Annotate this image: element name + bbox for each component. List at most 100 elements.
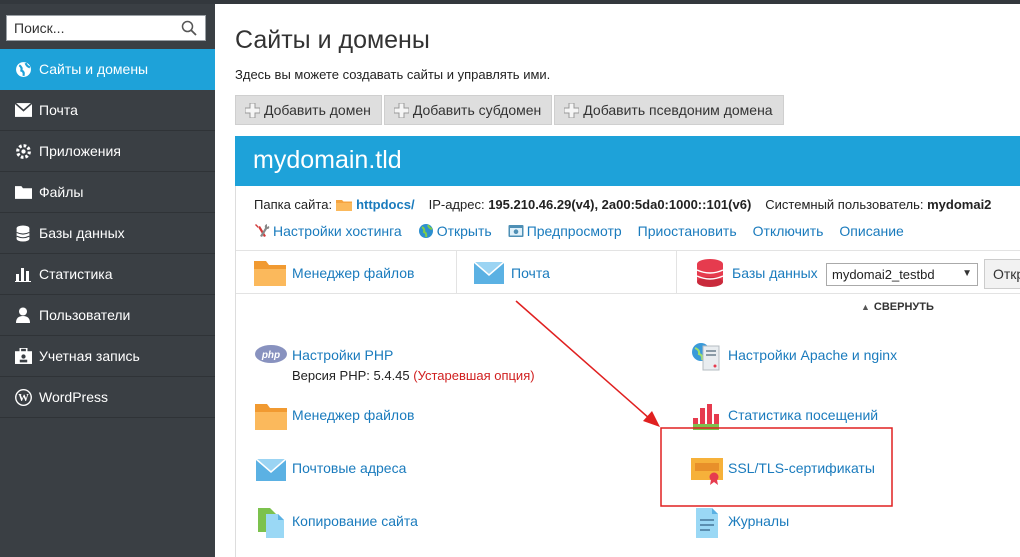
folder-label: Папка сайта: [254, 197, 333, 212]
preview-link[interactable]: Предпросмотр [508, 223, 622, 239]
add-domain-button[interactable]: Добавить домен [235, 95, 382, 125]
open-site-link[interactable]: Открыть [418, 223, 492, 239]
system-user-value: mydomai2 [927, 197, 992, 212]
sidebar-item-account[interactable]: Учетная запись [0, 336, 215, 377]
description-link[interactable]: Описание [839, 223, 903, 239]
globe-icon [418, 224, 433, 238]
ssl-certificates-link[interactable]: SSL/TLS-сертификаты [728, 459, 875, 477]
ip-label: IP-адрес: [428, 197, 485, 212]
folder-link[interactable]: httpdocs/ [356, 197, 415, 212]
main-content: Сайты и домены Здесь вы можете создавать… [215, 4, 1020, 557]
open-site-label: Открыть [436, 223, 492, 239]
sidebar-item-wordpress[interactable]: W WordPress [0, 377, 215, 418]
add-subdomain-button[interactable]: Добавить субдомен [383, 95, 553, 125]
quick-mail-label: Почта [511, 264, 550, 281]
sidebar-item-label: WordPress [39, 389, 108, 405]
sidebar-item-files[interactable]: Файлы [0, 172, 215, 213]
logs-link[interactable]: Журналы [728, 512, 789, 530]
tool-mail-addresses: Почтовые адреса [254, 453, 406, 485]
domain-actions: Настройки хостинга Открыть Предпросмотр … [254, 223, 920, 239]
tool-visit-stats: Статистика посещений [690, 400, 878, 432]
log-file-icon [696, 508, 718, 538]
chevron-up-icon: ▲ [861, 302, 870, 312]
database-open-button[interactable]: Откр [984, 259, 1020, 289]
add-alias-label: Добавить псевдоним домена [583, 102, 773, 118]
add-subdomain-label: Добавить субдомен [412, 102, 542, 118]
account-icon [14, 347, 32, 365]
visit-stats-link[interactable]: Статистика посещений [728, 406, 878, 424]
sidebar-item-label: Базы данных [39, 225, 125, 241]
domain-panel: Папка сайта: httpdocs/ IP-адрес: 195.210… [235, 186, 1020, 557]
quick-databases[interactable]: Базы данных [694, 251, 818, 294]
description-label: Описание [839, 223, 904, 239]
add-domain-label: Добавить домен [264, 102, 371, 118]
database-icon [696, 258, 724, 287]
sidebar-item-label: Пользователи [39, 307, 131, 323]
mail-addresses-link[interactable]: Почтовые адреса [292, 459, 406, 477]
php-version: Версия PHP: 5.4.45 (Устаревшая опция) [292, 368, 535, 383]
add-alias-button[interactable]: Добавить псевдоним домена [554, 95, 784, 125]
mail-icon [14, 101, 32, 119]
sidebar-item-statistics[interactable]: Статистика [0, 254, 215, 295]
php-version-text: Версия PHP: 5.4.45 [292, 368, 410, 383]
sidebar-nav: Сайты и домены Почта Приложения Файлы Ба… [0, 49, 215, 418]
hosting-settings-link[interactable]: Настройки хостинга [254, 223, 402, 239]
sidebar-item-label: Сайты и домены [39, 61, 149, 77]
file-manager-link[interactable]: Менеджер файлов [292, 406, 415, 424]
folder-icon [14, 183, 32, 201]
wordpress-icon: W [14, 388, 32, 406]
php-settings-link[interactable]: Настройки PHP [292, 346, 535, 364]
page-title: Сайты и домены [235, 26, 430, 54]
database-icon [14, 224, 32, 242]
toolbar: Добавить домен Добавить субдомен Добавит… [235, 95, 786, 125]
svg-text:W: W [18, 393, 29, 404]
suspend-label: Приостановить [637, 223, 737, 239]
preview-icon [508, 225, 524, 237]
bar-chart-icon [14, 265, 32, 283]
gear-icon [14, 142, 32, 160]
search-box[interactable] [6, 15, 206, 41]
disable-link[interactable]: Отключить [753, 223, 824, 239]
ip-value: 195.210.46.29(v4), 2a00:5da0:1000::101(v… [488, 197, 752, 212]
sidebar-item-label: Почта [39, 102, 78, 118]
plesk-app: Сайты и домены Почта Приложения Файлы [0, 0, 1020, 557]
apache-nginx-settings-link[interactable]: Настройки Apache и nginx [728, 346, 897, 364]
hosting-settings-label: Настройки хостинга [273, 223, 402, 239]
sidebar-item-label: Учетная запись [39, 348, 140, 364]
php-icon: php [255, 345, 287, 363]
search-input[interactable] [7, 16, 177, 40]
domain-name[interactable]: mydomain.tld [253, 146, 402, 175]
site-copy-link[interactable]: Копирование сайта [292, 512, 418, 530]
quick-file-manager[interactable]: Менеджер файлов [254, 251, 415, 294]
folder-icon [336, 199, 353, 211]
user-icon [14, 306, 32, 324]
system-user-label: Системный пользователь: [765, 197, 924, 212]
mail-icon [473, 260, 505, 284]
copy-icon [258, 508, 284, 538]
sidebar-item-users[interactable]: Пользователи [0, 295, 215, 336]
collapse-toggle[interactable]: ▲ СВЕРНУТЬ [861, 301, 934, 313]
preview-label: Предпросмотр [526, 223, 622, 239]
sidebar-item-apps[interactable]: Приложения [0, 131, 215, 172]
chevron-down-icon: ▼ [962, 268, 972, 279]
suspend-link[interactable]: Приостановить [638, 223, 737, 239]
sidebar-item-databases[interactable]: Базы данных [0, 213, 215, 254]
page-description: Здесь вы можете создавать сайты и управл… [235, 67, 551, 82]
search-icon[interactable] [181, 20, 197, 36]
stats-bars-icon [693, 404, 719, 430]
svg-text:php: php [261, 350, 280, 361]
tool-file-manager: Менеджер файлов [254, 400, 415, 432]
folder-icon [254, 260, 286, 286]
folder-icon [255, 404, 287, 430]
database-select[interactable]: mydomai2_testbd ▼ [826, 263, 978, 286]
sidebar: Сайты и домены Почта Приложения Файлы [0, 4, 215, 557]
quick-mail[interactable]: Почта [473, 251, 550, 294]
tool-apache-settings: Настройки Apache и nginx [690, 340, 897, 372]
sidebar-item-websites[interactable]: Сайты и домены [0, 49, 215, 90]
tool-ssl-certificates: SSL/TLS-сертификаты [690, 453, 875, 485]
sidebar-item-mail[interactable]: Почта [0, 90, 215, 131]
plus-icon [564, 102, 580, 118]
disable-label: Отключить [752, 223, 824, 239]
sidebar-item-label: Файлы [39, 184, 84, 200]
quick-databases-label: Базы данных [732, 264, 818, 281]
